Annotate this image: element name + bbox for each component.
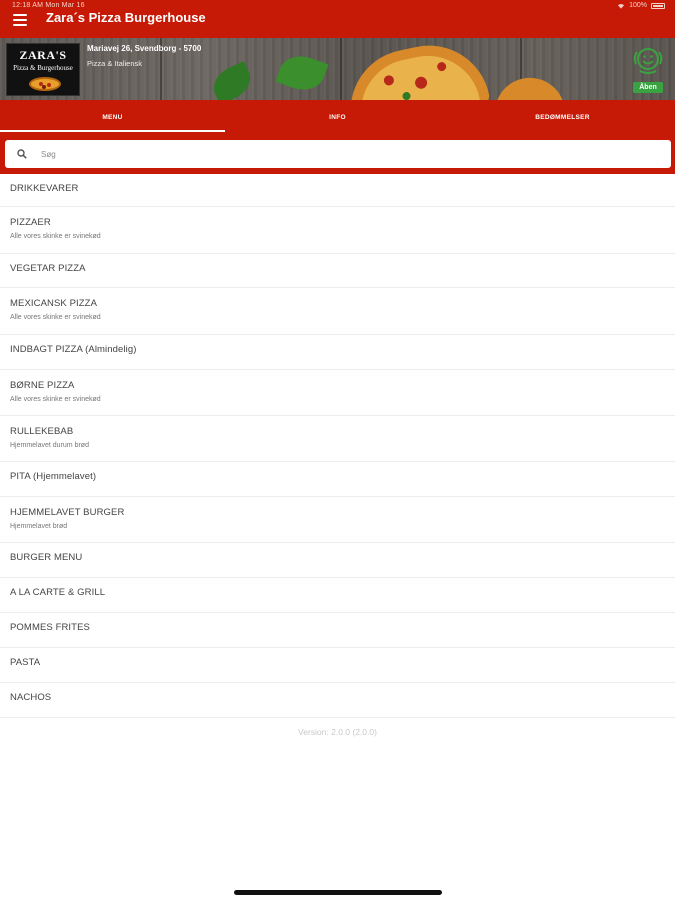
search-icon — [17, 149, 27, 159]
wifi-icon — [618, 3, 625, 9]
menu-category-name: RULLEKEBAB — [10, 426, 74, 437]
menu-category-name: VEGETAR PIZZA — [10, 263, 86, 274]
menu-category-name: PITA (Hjemmelavet) — [10, 471, 97, 482]
menu-category-description: Hjemmelavet brød — [10, 523, 68, 530]
menu-category-description: Hjemmelavet durum brød — [10, 442, 89, 449]
restaurant-logo: ZARA'S Pizza & Burgerhouse — [6, 43, 80, 96]
tab-menu[interactable]: MENU — [0, 100, 225, 134]
search-input[interactable] — [41, 146, 641, 162]
menu-category-description: Alle vores skinke er svinekød — [10, 314, 101, 321]
menu-category-item[interactable]: VEGETAR PIZZA — [0, 254, 675, 288]
menu-category-item[interactable]: PITA (Hjemmelavet) — [0, 462, 675, 497]
restaurant-banner: ZARA'S Pizza & Burgerhouse Mariavej 26, … — [0, 38, 675, 100]
menu-category-name: INDBAGT PIZZA (Almindelig) — [10, 344, 137, 355]
status-indicators: 100% — [617, 2, 665, 9]
app-bar: 12:18 AM Mon Mar 16 100% Zara´s Pizza Bu… — [0, 0, 675, 38]
menu-category-item[interactable]: PIZZAER Alle vores skinke er svinekød — [0, 207, 675, 254]
menu-category-name: POMMES FRITES — [10, 622, 90, 633]
logo-subtitle: Pizza & Burgerhouse — [13, 64, 73, 72]
menu-category-list: DRIKKEVARER PIZZAER Alle vores skinke er s… — [0, 174, 675, 718]
smiley-rating-icon — [633, 48, 663, 74]
status-time: 12:18 AM Mon Mar 16 — [12, 2, 85, 9]
app-title: Zara´s Pizza Burgerhouse — [46, 10, 206, 25]
menu-category-item[interactable]: DRIKKEVARER — [0, 174, 675, 207]
menu-category-name: NACHOS — [10, 692, 52, 703]
restaurant-address: Mariavej 26, Svendborg - 5700 — [87, 44, 202, 53]
home-indicator[interactable] — [234, 890, 442, 895]
menu-category-item[interactable]: POMMES FRITES — [0, 613, 675, 648]
menu-category-item[interactable]: PASTA — [0, 648, 675, 683]
menu-category-name: BØRNE PIZZA — [10, 380, 75, 391]
menu-category-item[interactable]: RULLEKEBAB Hjemmelavet durum brød — [0, 416, 675, 462]
search-box[interactable] — [5, 140, 671, 168]
menu-category-name: HJEMMELAVET BURGER — [10, 507, 125, 518]
menu-category-item[interactable]: BØRNE PIZZA Alle vores skinke er svinekød — [0, 370, 675, 416]
menu-category-name: BURGER MENU — [10, 552, 83, 563]
tab-bar: MENU INFO BEDØMMELSER — [0, 100, 675, 134]
menu-category-item[interactable]: MEXICANSK PIZZA Alle vores skinke er svin… — [0, 288, 675, 335]
menu-category-name: PIZZAER — [10, 217, 51, 228]
plank-divider — [340, 38, 342, 100]
tab-reviews[interactable]: BEDØMMELSER — [450, 100, 675, 134]
battery-icon — [651, 2, 665, 9]
search-bar — [0, 134, 675, 174]
menu-category-item[interactable]: BURGER MENU — [0, 543, 675, 578]
pizza-icon — [29, 77, 61, 91]
menu-category-name: A LA CARTE & GRILL — [10, 587, 106, 598]
menu-category-name: MEXICANSK PIZZA — [10, 298, 98, 309]
menu-category-item[interactable]: NACHOS — [0, 683, 675, 718]
restaurant-cuisine: Pizza & Italiensk — [87, 59, 143, 68]
menu-category-name: PASTA — [10, 657, 41, 668]
menu-category-description: Alle vores skinke er svinekød — [10, 396, 101, 403]
menu-category-item[interactable]: HJEMMELAVET BURGER Hjemmelavet brød — [0, 497, 675, 543]
menu-category-item[interactable]: INDBAGT PIZZA (Almindelig) — [0, 335, 675, 370]
menu-category-description: Alle vores skinke er svinekød — [10, 233, 101, 240]
app-version: Version: 2.0.0 (2.0.0) — [298, 727, 377, 737]
battery-percent: 100% — [629, 2, 647, 9]
menu-category-name: DRIKKEVARER — [10, 183, 79, 194]
open-status-badge: Åben — [633, 82, 663, 93]
logo-name: ZARA'S — [19, 48, 67, 62]
menu-category-item[interactable]: A LA CARTE & GRILL — [0, 578, 675, 613]
tab-info[interactable]: INFO — [225, 100, 450, 134]
hamburger-menu-icon[interactable] — [12, 11, 30, 27]
